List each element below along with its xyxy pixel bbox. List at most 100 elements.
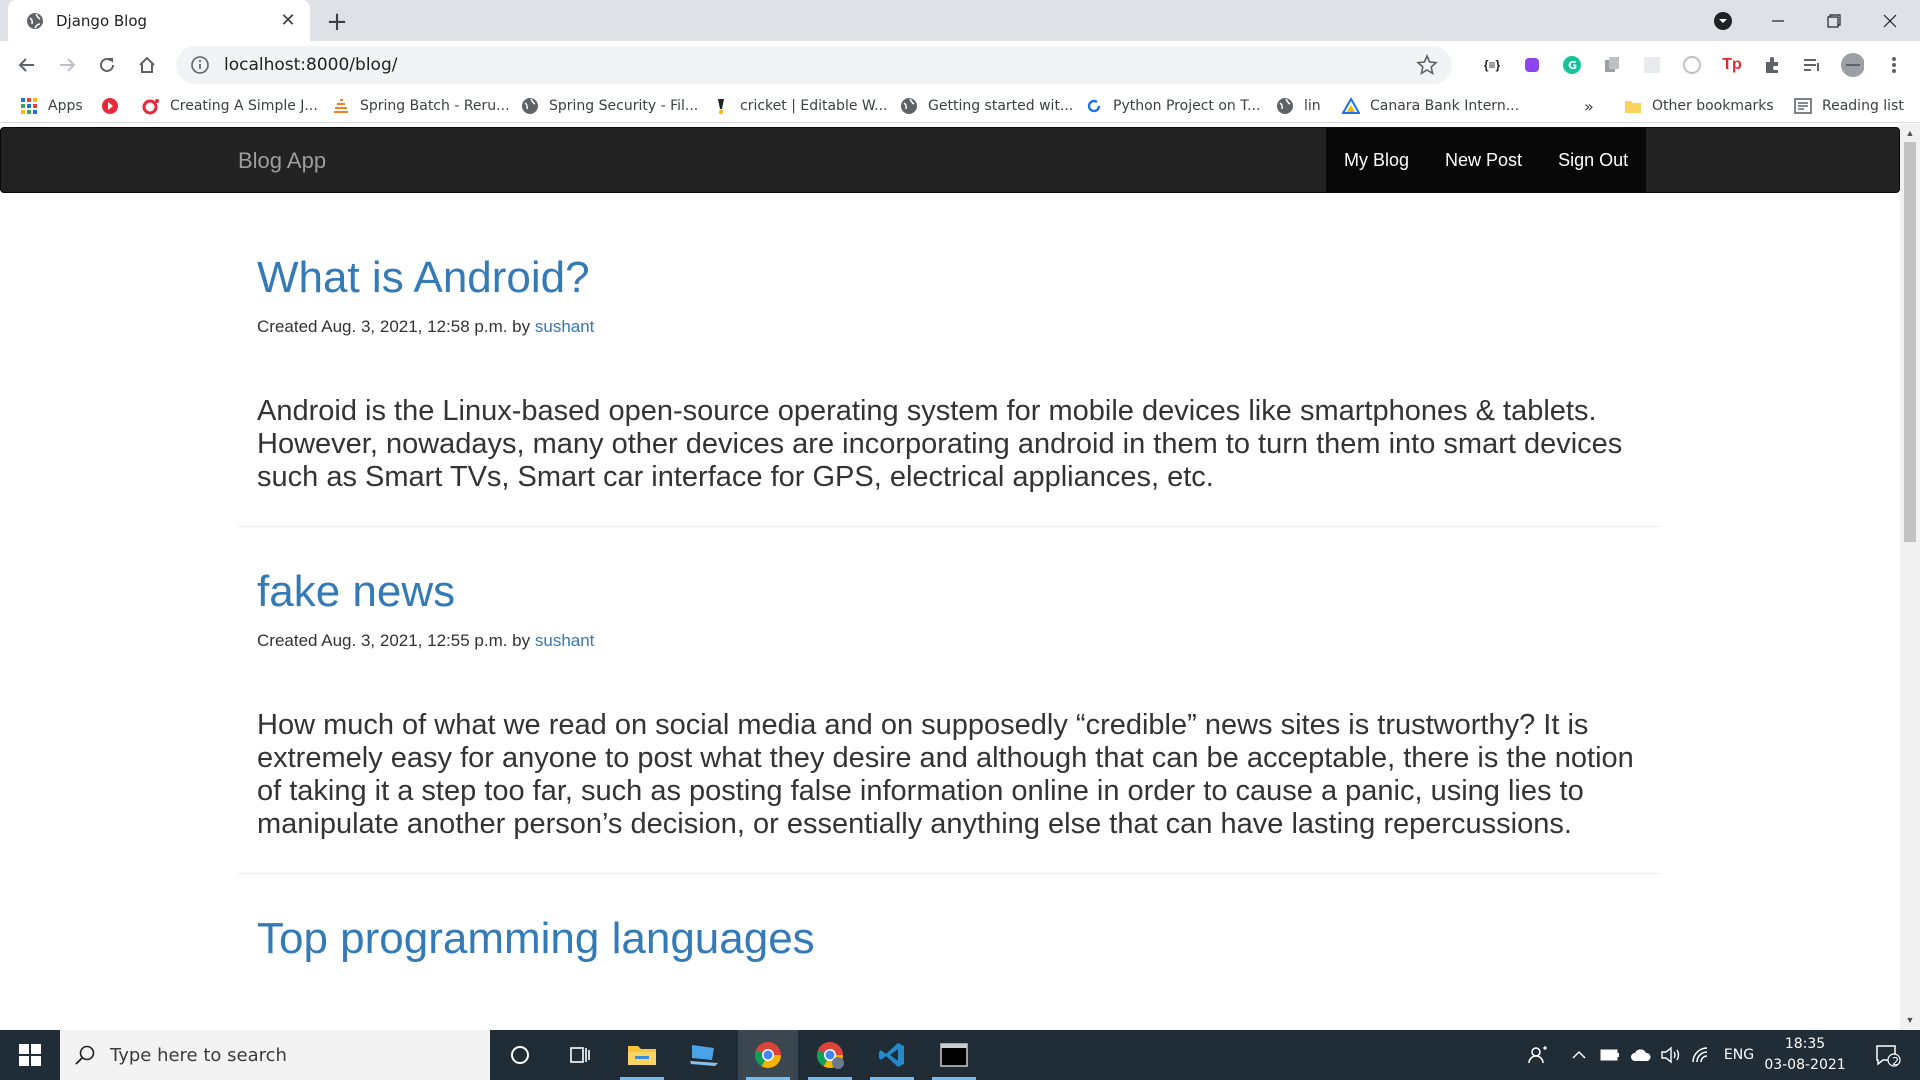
post-title[interactable]: Top programming languages: [257, 880, 1642, 964]
post-item: Top programming languages: [238, 874, 1661, 964]
bookmark-star-icon[interactable]: [1416, 54, 1438, 76]
nav-link-my-blog[interactable]: My Blog: [1326, 128, 1427, 192]
scroll-up-arrow-icon[interactable]: ▲: [1904, 127, 1916, 139]
apps-grid-icon: [20, 97, 38, 115]
extension-timer-icon[interactable]: [1680, 53, 1704, 77]
extension-copy-icon[interactable]: [1600, 53, 1624, 77]
taskbar-search-box[interactable]: Type here to search: [60, 1030, 490, 1080]
search-icon: [75, 1045, 95, 1065]
post-title[interactable]: fake news: [257, 533, 1642, 617]
browser-tab[interactable]: Django Blog ✕: [8, 0, 310, 41]
search-placeholder: Type here to search: [110, 1044, 287, 1066]
extension-blank-icon[interactable]: [1640, 53, 1664, 77]
extension-json-icon[interactable]: {≡}: [1480, 53, 1504, 77]
red-circle-icon: [101, 97, 119, 115]
bookmark-creating-simple[interactable]: Creating A Simple J...: [142, 95, 318, 117]
battery-icon: [1600, 1049, 1619, 1061]
post-author-link[interactable]: sushant: [535, 317, 595, 336]
bookmark-label: Reading list: [1822, 98, 1904, 114]
vscode-taskbar-button[interactable]: [862, 1030, 922, 1080]
bookmark-apps[interactable]: Apps: [20, 95, 83, 117]
close-icon: [1883, 14, 1897, 27]
page-viewport: Blog App My Blog New Post Sign Out What …: [0, 124, 1900, 1030]
laptop-app-icon: [690, 1045, 718, 1066]
browser-tab-strip: Django Blog ✕ +: [0, 0, 1920, 41]
url-text[interactable]: localhost:8000/blog/: [224, 55, 397, 75]
bookmark-spring-batch[interactable]: Spring Batch - Reru...: [332, 95, 510, 117]
scrollbar-thumb[interactable]: [1904, 142, 1916, 542]
profile-avatar[interactable]: [1840, 53, 1864, 77]
extensions-puzzle-icon[interactable]: [1760, 53, 1784, 77]
action-center-button[interactable]: 2: [1868, 1030, 1908, 1080]
reload-button[interactable]: [92, 50, 122, 80]
speaker-icon: [1661, 1046, 1680, 1064]
network-button[interactable]: [1688, 1030, 1714, 1080]
reading-list-icon: [1794, 97, 1812, 115]
chrome-taskbar-button[interactable]: [738, 1030, 798, 1080]
address-bar[interactable]: localhost:8000/blog/: [176, 46, 1452, 84]
back-button[interactable]: [12, 50, 42, 80]
bookmarks-overflow-button[interactable]: »: [1584, 95, 1594, 117]
file-explorer-taskbar-button[interactable]: [612, 1030, 672, 1080]
forward-button[interactable]: [52, 50, 82, 80]
bookmark-red-circle[interactable]: [101, 95, 129, 117]
nav-link-new-post[interactable]: New Post: [1427, 128, 1540, 192]
extension-tp-icon[interactable]: Tp: [1720, 53, 1744, 77]
terminal-taskbar-button[interactable]: [924, 1030, 984, 1080]
page-scrollbar[interactable]: ▲ ▼: [1900, 124, 1920, 1030]
globe-icon: [521, 97, 539, 115]
media-control-icon[interactable]: [1800, 53, 1824, 77]
nav-link-sign-out[interactable]: Sign Out: [1540, 128, 1646, 192]
post-body: Android is the Linux-based open-source o…: [257, 395, 1623, 493]
task-view-button[interactable]: [550, 1030, 610, 1080]
post-list: What is Android? Created Aug. 3, 2021, 1…: [238, 219, 1661, 964]
windows-logo-icon: [19, 1044, 41, 1066]
people-button[interactable]: [1522, 1030, 1554, 1080]
volume-button[interactable]: [1658, 1030, 1684, 1080]
minimize-button[interactable]: [1750, 0, 1806, 41]
language-indicator[interactable]: ENG: [1720, 1030, 1758, 1080]
globe-icon: [27, 12, 43, 29]
site-navbar: Blog App My Blog New Post Sign Out: [0, 127, 1900, 193]
post-title[interactable]: What is Android?: [257, 219, 1642, 303]
start-button[interactable]: [0, 1030, 60, 1080]
battery-button[interactable]: [1598, 1030, 1622, 1080]
other-bookmarks-folder[interactable]: Other bookmarks: [1624, 95, 1774, 117]
show-hidden-icons-button[interactable]: [1568, 1030, 1590, 1080]
home-button[interactable]: [132, 50, 162, 80]
scroll-down-arrow-icon[interactable]: ▼: [1904, 1014, 1916, 1026]
onedrive-button[interactable]: [1628, 1030, 1654, 1080]
bookmark-canara-bank[interactable]: Canara Bank Intern...: [1342, 95, 1519, 117]
bookmark-label: cricket | Editable W...: [740, 98, 888, 114]
taskbar-clock[interactable]: 18:35 03-08-2021: [1762, 1034, 1848, 1076]
wifi-icon: [1692, 1047, 1708, 1063]
home-icon: [139, 56, 155, 73]
bookmark-label: Canara Bank Intern...: [1370, 98, 1520, 114]
restore-button[interactable]: [1806, 0, 1862, 41]
app-taskbar-button[interactable]: [674, 1030, 734, 1080]
cortana-button[interactable]: [490, 1030, 550, 1080]
bookmark-lin[interactable]: lin: [1276, 95, 1321, 117]
grammarly-icon[interactable]: G: [1560, 53, 1584, 77]
bookmark-label: Spring Security - Fil...: [549, 98, 699, 114]
close-icon[interactable]: ✕: [278, 10, 298, 31]
tab-search-button[interactable]: [1710, 8, 1736, 34]
navbar-brand[interactable]: Blog App: [238, 148, 326, 174]
info-icon[interactable]: [190, 55, 210, 75]
close-window-button[interactable]: [1862, 0, 1918, 41]
menu-kebab-icon[interactable]: [1882, 53, 1906, 77]
post-author-link[interactable]: sushant: [535, 631, 595, 650]
globe-icon: [1276, 97, 1294, 115]
bookmark-getting-started[interactable]: Getting started wit...: [900, 95, 1073, 117]
new-tab-button[interactable]: +: [322, 7, 352, 37]
bookmark-cricket[interactable]: cricket | Editable W...: [712, 95, 888, 117]
chrome-profile-taskbar-button[interactable]: [800, 1030, 860, 1080]
reading-list-button[interactable]: Reading list: [1794, 95, 1904, 117]
navbar-links: My Blog New Post Sign Out: [1326, 128, 1647, 192]
tab-title: Django Blog: [56, 11, 148, 30]
opera-icon: [142, 97, 160, 115]
bookmark-python-project[interactable]: Python Project on T...: [1085, 95, 1260, 117]
extension-purple-icon[interactable]: [1520, 53, 1544, 77]
bookmark-label: Getting started wit...: [928, 98, 1074, 114]
bookmark-spring-security[interactable]: Spring Security - Fil...: [521, 95, 698, 117]
